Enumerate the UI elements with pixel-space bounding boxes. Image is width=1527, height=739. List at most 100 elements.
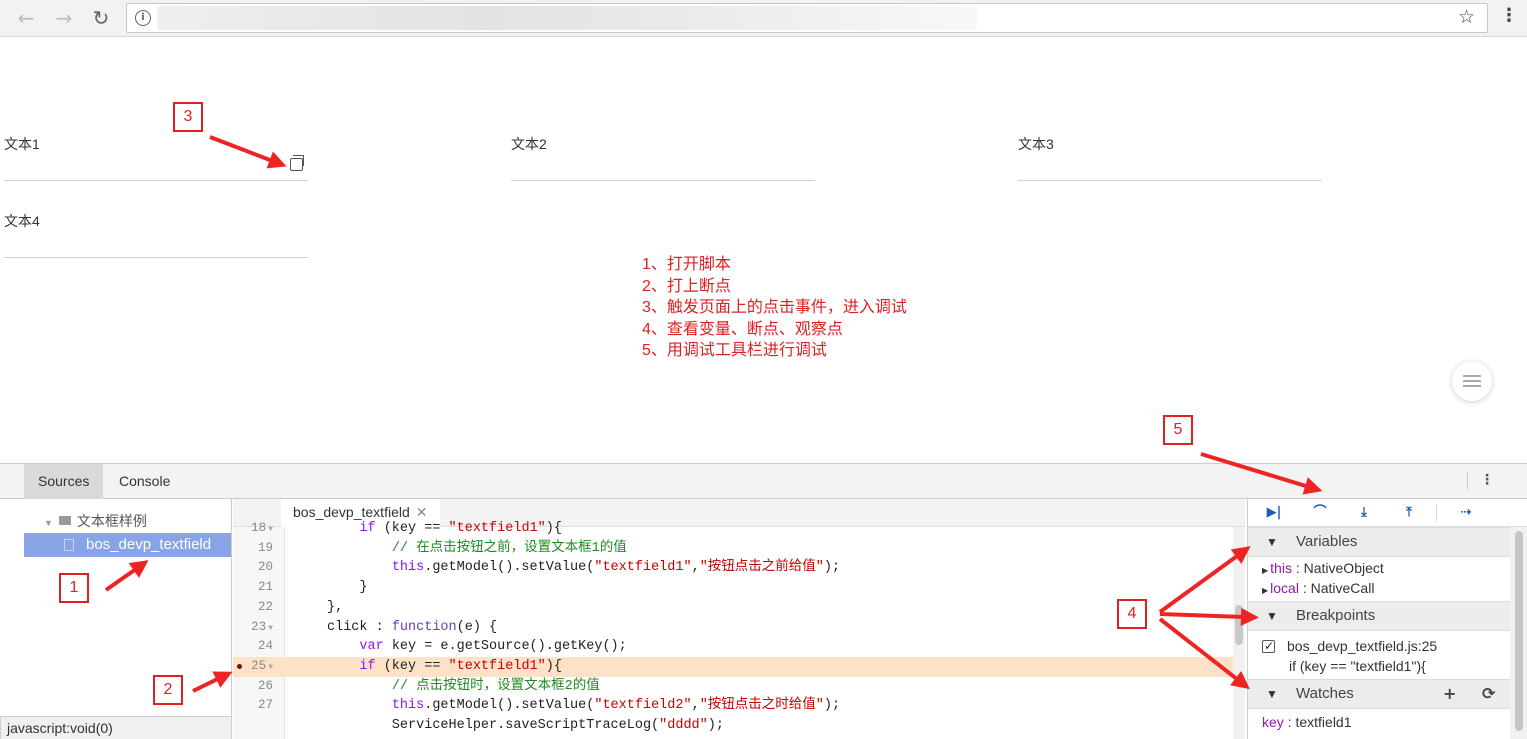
- tree-file-selected[interactable]: bos_devp_textfield: [24, 533, 231, 557]
- devtools-panel: Sources Console ⋮ ▼ 文本框样例 bos_devp_textfi…: [0, 463, 1527, 739]
- code-text: this.getModel().setValue("textfield1","按…: [391, 560, 841, 576]
- file-navigator: ▼ 文本框样例 bos_devp_textfield: [0, 499, 232, 739]
- caret-down-icon: ▼: [44, 518, 53, 528]
- line-number[interactable]: 20: [233, 558, 273, 578]
- breakpoint-item[interactable]: bos_devp_textfield.js:25: [1262, 637, 1437, 656]
- tab-console[interactable]: Console: [105, 464, 184, 499]
- tab-sources[interactable]: Sources: [24, 464, 104, 499]
- variable-value: NativeObject: [1303, 560, 1384, 576]
- chevron-down-icon: ▼: [1266, 609, 1278, 623]
- code-line[interactable]: 20 this.getModel().setValue("textfield1"…: [233, 558, 1245, 578]
- step-into-icon[interactable]: ⤓: [1354, 503, 1374, 523]
- floating-menu-button[interactable]: [1452, 361, 1492, 401]
- step-out-icon[interactable]: ⤒: [1399, 503, 1419, 523]
- copy-icon[interactable]: [290, 155, 304, 171]
- code-line[interactable]: 22},: [233, 598, 1245, 618]
- field-label-1: 文本1: [4, 136, 40, 152]
- browser-toolbar: ← → ↻ i ☆ ⋮: [0, 0, 1527, 37]
- caret-right-icon: ▶: [1262, 586, 1269, 595]
- code-line[interactable]: 19 // 在点击按钮之前，设置文本框1的值: [233, 539, 1245, 559]
- debug-steps-annotation: 1、打开脚本 2、打上断点 3、触发页面上的点击事件，进入调试 4、查看变量、断…: [642, 254, 907, 362]
- code-line[interactable]: ServiceHelper.saveScriptTraceLog("dddd")…: [233, 716, 1245, 736]
- line-number[interactable]: 19: [233, 539, 273, 559]
- code-line[interactable]: 18 ▼ if (key == "textfield1"){: [233, 519, 1245, 539]
- code-text: // 点击按钮时，设置文本框2的值: [391, 678, 600, 694]
- code-line[interactable]: 21 }: [233, 578, 1245, 598]
- refresh-watch-button[interactable]: ⟳: [1482, 680, 1495, 708]
- code-editor: bos_devp_textfield ✕ 18 ▼ if (key == "text…: [233, 499, 1245, 739]
- folder-icon: [58, 516, 71, 525]
- code-line[interactable]: 24 var key = e.getSource().getKey();: [233, 637, 1245, 657]
- code-line[interactable]: 26 // 点击按钮时，设置文本框2的值: [233, 677, 1245, 697]
- resume-icon[interactable]: ▶|: [1264, 503, 1284, 523]
- line-number[interactable]: 22: [233, 598, 273, 618]
- close-icon[interactable]: ✕: [416, 504, 428, 520]
- code-text: }: [327, 580, 368, 596]
- arrow-right-icon[interactable]: →: [50, 4, 78, 32]
- callout-2: 2: [153, 675, 183, 705]
- textfield-2[interactable]: [511, 180, 815, 181]
- breakpoints-header[interactable]: ▼ Breakpoints: [1248, 601, 1510, 631]
- variable-value: NativeCall: [1310, 580, 1375, 596]
- reload-icon[interactable]: ↻: [87, 4, 115, 32]
- tree-folder[interactable]: ▼ 文本框样例: [44, 511, 147, 531]
- status-bar: javascript:void(0): [0, 716, 232, 739]
- debugger-sidebar: ▶| ⌒ ⤓ ⤒ ⇢ ▼ Variables ▶ this : NativeObje…: [1247, 499, 1527, 739]
- line-number[interactable]: 25 ▼: [233, 657, 273, 678]
- field-label-3: 文本3: [1018, 136, 1054, 152]
- variable-local[interactable]: ▶ local : NativeCall: [1262, 579, 1374, 600]
- watches-header[interactable]: ▼ Watches + ⟳: [1248, 679, 1510, 709]
- info-icon[interactable]: i: [135, 10, 151, 26]
- line-number[interactable]: 26: [233, 677, 273, 697]
- watch-name: key: [1262, 714, 1284, 730]
- callout-1: 1: [59, 573, 89, 603]
- devtools-menu-icon[interactable]: ⋮: [1480, 472, 1494, 488]
- address-bar[interactable]: i ☆: [126, 3, 1488, 33]
- watches-title: Watches: [1296, 685, 1354, 702]
- line-number[interactable]: 24: [233, 637, 273, 657]
- code-line-paused[interactable]: 25 ▼ if (key == "textfield1"){: [233, 656, 1245, 678]
- divider: [1436, 504, 1437, 522]
- file-icon: [64, 539, 74, 551]
- line-number[interactable]: 27: [233, 696, 273, 716]
- code-text: // 在点击按钮之前，设置文本框1的值: [391, 540, 627, 556]
- file-label: bos_devp_textfield: [86, 536, 212, 553]
- code-text: if (key == "textfield1"){: [359, 521, 562, 536]
- textfield-3[interactable]: [1018, 180, 1322, 181]
- code-text: ServiceHelper.saveScriptTraceLog("dddd")…: [327, 718, 724, 733]
- callout-5: 5: [1163, 415, 1193, 445]
- variables-header[interactable]: ▼ Variables: [1248, 527, 1510, 557]
- star-icon[interactable]: ☆: [1458, 6, 1475, 28]
- variables-title: Variables: [1296, 533, 1358, 550]
- callout-4: 4: [1117, 599, 1147, 629]
- chevron-down-icon: ▼: [1266, 535, 1278, 549]
- code-text: this.getModel().setValue("textfield2","按…: [391, 698, 841, 714]
- code-text: if (key == "textfield1"){: [359, 658, 562, 674]
- code-line[interactable]: 23 ▼ click : function(e) {: [233, 618, 1245, 638]
- sidebar-scrollbar[interactable]: [1510, 527, 1527, 739]
- textfield-1[interactable]: [4, 180, 308, 181]
- line-number[interactable]: 21: [233, 578, 273, 598]
- vertical-dots-icon[interactable]: ⋮: [1500, 5, 1518, 26]
- debugger-toolbar: ▶| ⌒ ⤓ ⤒ ⇢: [1248, 499, 1527, 527]
- annotation-arrow: [209, 135, 284, 167]
- textfield-4[interactable]: [4, 257, 308, 258]
- breakpoint-location: bos_devp_textfield.js:25: [1287, 638, 1438, 654]
- step-1: 1、打开脚本: [642, 256, 731, 273]
- code-text: click : function(e) {: [327, 619, 498, 635]
- deactivate-breakpoints-icon[interactable]: ⇢: [1456, 503, 1476, 523]
- url-text-blurred: [157, 6, 977, 30]
- code-line[interactable]: 27 this.getModel().setValue("textfield2"…: [233, 696, 1245, 716]
- breakpoint-checkbox[interactable]: [1262, 637, 1275, 656]
- breakpoints-title: Breakpoints: [1296, 607, 1376, 624]
- add-watch-button[interactable]: +: [1443, 680, 1456, 708]
- line-number[interactable]: 18 ▼: [233, 519, 273, 540]
- watch-item[interactable]: key : textfield1: [1262, 713, 1352, 732]
- step-over-icon[interactable]: ⌒: [1310, 503, 1330, 523]
- variable-this[interactable]: ▶ this : NativeObject: [1262, 559, 1384, 580]
- caret-right-icon: ▶: [1262, 566, 1269, 575]
- arrow-left-icon[interactable]: ←: [12, 4, 40, 32]
- line-number[interactable]: 23 ▼: [233, 618, 273, 639]
- step-3: 3、触发页面上的点击事件，进入调试: [642, 299, 907, 316]
- watch-value: textfield1: [1295, 714, 1352, 730]
